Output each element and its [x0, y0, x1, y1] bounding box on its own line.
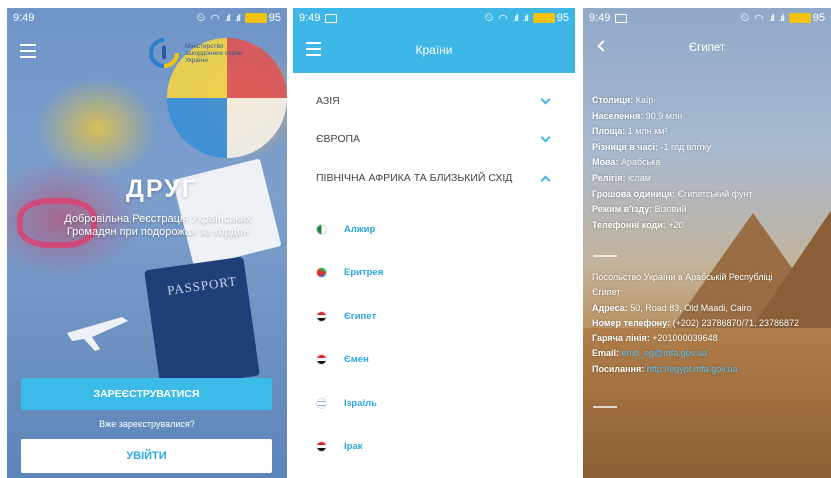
signal-icon: .ıll	[512, 13, 519, 23]
embassy-info: Посольство України в Арабській Республіц…	[592, 270, 827, 377]
divider	[593, 255, 617, 257]
fact-row: Столиця: Каїр	[592, 95, 654, 105]
embassy-title-line2: Єгипет	[592, 287, 621, 298]
region-asia[interactable]: АЗІЯ	[316, 91, 551, 111]
fact-row: Площа: 1 млн км²	[592, 126, 668, 137]
region-label: АЗІЯ	[316, 95, 340, 107]
signal-icon: .ıll	[778, 13, 785, 23]
region-label: ЄВРОПА	[316, 133, 361, 145]
phone-number[interactable]: (+202) 23786870/71, 23786872	[673, 318, 799, 328]
signal-icon: .ıll	[224, 13, 231, 23]
subtitle-line1: Добровільна Реєстрація Українських	[64, 213, 252, 225]
ministry-line1: Міністерство	[185, 42, 224, 50]
fact-row: Релігія: іслам	[592, 172, 651, 183]
country-item-yemen[interactable]: Ємен	[316, 351, 369, 367]
battery-icon: 95	[244, 12, 281, 24]
page-title: Єгипет	[688, 42, 726, 54]
email-link[interactable]: emb_eg@mfa.gov.ua	[622, 348, 708, 358]
ministry-logo: Міністерство закордонних справ України	[149, 38, 242, 68]
address-row: Адреса: 50, Road 83, Old Maadi, Cairo	[592, 302, 752, 313]
app-bar: Країни	[293, 28, 575, 73]
hotline-number[interactable]: +201000039648	[652, 333, 717, 343]
region-north-africa-middle-east[interactable]: ПІВНІЧНА АФРИКА ТА БЛИЗЬКИЙ СХІД	[316, 168, 551, 188]
alarm-icon: ⏲	[484, 11, 494, 24]
region-label: ПІВНІЧНА АФРИКА ТА БЛИЗЬКИЙ СХІД	[316, 172, 513, 184]
fact-row: Грошова одиниця: Єгипетський фунт	[592, 188, 753, 199]
email-row: Email: emb_eg@mfa.gov.ua	[592, 348, 708, 359]
status-bar: 9:49 ⏲ ◠ .ıll .ıll 95	[583, 8, 831, 28]
ministry-emblem-icon	[149, 38, 179, 68]
country-facts: Столиця: Каїр Населення: 90,9 млн Площа:…	[592, 93, 827, 233]
country-item-iraq[interactable]: Ірак	[316, 438, 362, 454]
image-notification-icon	[325, 13, 338, 23]
countries-screen: 9:49 ⏲ ◠ .ıll .ıll 95 Країни АЗІЯ ЄВРОПА…	[293, 8, 575, 478]
fact-row: Режим в'їзду: Візовий	[592, 204, 687, 215]
chevron-down-icon	[540, 132, 551, 142]
country-label: Алжир	[344, 223, 376, 235]
wifi-icon: ◠	[754, 12, 764, 25]
ministry-line3: України	[185, 56, 208, 64]
yemen-flag-icon	[316, 353, 327, 365]
signal-icon: .ıll	[522, 13, 529, 23]
signal-icon: .ıll	[768, 13, 775, 23]
app-title: ДРУГ	[126, 175, 198, 203]
iraq-flag-icon	[316, 440, 327, 452]
divider	[593, 406, 617, 408]
top-bar: Єгипет	[583, 28, 831, 68]
alarm-icon: ⏲	[740, 11, 750, 24]
israel-flag-icon	[316, 397, 327, 409]
status-time: 9:49	[13, 12, 35, 24]
wifi-icon: ◠	[210, 12, 220, 25]
algeria-flag-icon	[316, 223, 327, 235]
ministry-line2: закордонних справ	[185, 49, 243, 57]
battery-level: 95	[556, 12, 569, 24]
country-item-israel[interactable]: Ізраїль	[316, 395, 377, 411]
country-item-egypt[interactable]: Єгипет	[316, 308, 376, 324]
status-bar: 9:49 ⏲ ◠ .ıll .ıll 95	[293, 8, 575, 28]
wifi-icon: ◠	[498, 12, 508, 25]
country-item-eritrea[interactable]: Еритрея	[316, 264, 383, 280]
hotline-row: Гаряча лінія: +201000039648	[592, 333, 718, 344]
status-time: 9:49	[299, 12, 321, 24]
login-button[interactable]: УВІЙТИ	[21, 439, 272, 473]
login-screen: PASSPORT 9:49 ⏲ ◠ .ıll .ıll 95 Міністерс…	[7, 8, 287, 478]
eritrea-flag-icon	[316, 266, 327, 278]
country-label: Ємен	[344, 353, 369, 365]
signal-icon: .ıll	[234, 13, 241, 23]
country-label: Ірак	[344, 440, 363, 452]
country-label: Єгипет	[344, 310, 377, 322]
chevron-up-icon	[540, 175, 551, 185]
phone-row: Номер телефону: (+202) 23786870/71, 2378…	[592, 317, 800, 328]
fact-row: Населення: 90,9 млн	[592, 110, 683, 121]
website-row: Посилання: http://egypt.mfa.gov.ua	[592, 363, 738, 374]
battery-icon: 95	[532, 12, 569, 24]
egypt-flag-icon	[316, 310, 327, 322]
battery-level: 95	[812, 12, 825, 24]
airplane-icon	[67, 317, 128, 351]
fact-row: Телефонні коди: +20	[592, 219, 684, 230]
passport-image	[144, 256, 260, 390]
status-time: 9:49	[589, 12, 611, 24]
image-notification-icon	[615, 13, 628, 23]
battery-icon: 95	[788, 12, 825, 24]
country-label: Еритрея	[344, 266, 384, 278]
country-detail-screen: 9:49 ⏲ ◠ .ıll .ıll 95 Єгипет Столиця: Ка…	[583, 8, 831, 478]
status-bar: 9:49 ⏲ ◠ .ıll .ıll 95	[7, 8, 287, 28]
register-button[interactable]: ЗАРЕЄСТРУВАТИСЯ	[21, 378, 272, 410]
battery-level: 95	[268, 12, 281, 24]
embassy-title-line1: Посольство України в Арабській Республіц…	[592, 272, 773, 282]
menu-icon[interactable]	[20, 44, 36, 58]
country-label: Ізраїль	[344, 397, 377, 409]
already-registered-link[interactable]: Вже зареєструвалися?	[7, 419, 287, 429]
alarm-icon: ⏲	[196, 11, 206, 24]
subtitle-line2: Громадян при подорожах за кордон	[66, 226, 250, 238]
fact-row: Мова: Арабська	[592, 157, 661, 168]
region-europe[interactable]: ЄВРОПА	[316, 129, 551, 149]
app-subtitle: Добровільна Реєстрація Українських Грома…	[37, 213, 279, 239]
website-link[interactable]: http://egypt.mfa.gov.ua	[647, 364, 738, 374]
fact-row: Різниця в часі: -1 год влітку	[592, 141, 712, 152]
page-title: Країни	[415, 43, 453, 57]
chevron-down-icon	[540, 94, 551, 104]
country-item-algeria[interactable]: Алжир	[316, 221, 375, 237]
